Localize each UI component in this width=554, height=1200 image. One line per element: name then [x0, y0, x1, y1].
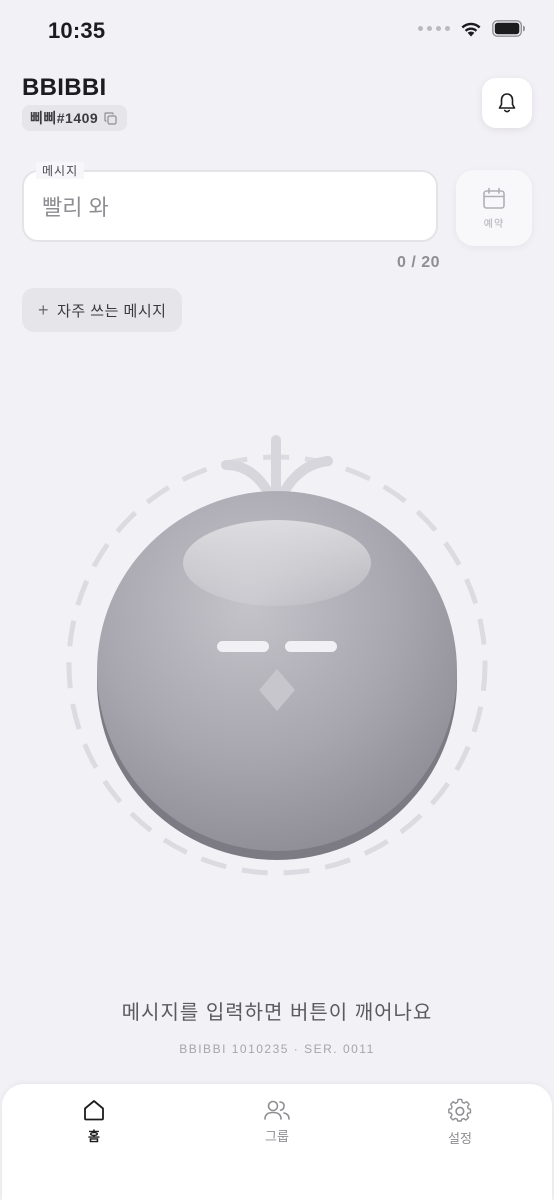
status-icons	[418, 20, 526, 37]
status-bar: 10:35	[0, 0, 554, 60]
message-label: 메시지	[36, 162, 85, 179]
home-icon	[84, 1100, 104, 1121]
wifi-icon	[461, 22, 481, 36]
frequent-messages-button[interactable]: + 자주 쓰는 메시지	[22, 288, 183, 332]
tab-home-label: 홈	[88, 1129, 100, 1144]
left-eye	[217, 641, 269, 652]
plus-icon: +	[38, 299, 50, 320]
tab-group[interactable]: 그룹	[227, 1098, 327, 1145]
app-title: BBIBBI	[22, 74, 107, 101]
copy-icon[interactable]	[104, 111, 117, 125]
signal-icon	[418, 26, 450, 31]
tab-bar: 홈 그룹 설정	[2, 1084, 552, 1200]
reserve-label: 예약	[483, 218, 505, 230]
button-gloss	[183, 520, 371, 606]
frequent-messages-label: 자주 쓰는 메시지	[57, 302, 167, 320]
message-input[interactable]	[40, 192, 424, 220]
tab-settings[interactable]: 설정	[410, 1098, 510, 1147]
user-tag-label: 삐삐#1409	[30, 110, 99, 126]
gear-icon	[448, 1098, 472, 1122]
notification-button[interactable]	[482, 78, 532, 128]
tab-group-label: 그룹	[265, 1129, 289, 1144]
message-field[interactable]: 메시지	[22, 162, 438, 242]
calendar-icon	[483, 187, 505, 209]
right-eye	[285, 641, 337, 652]
user-tag-button[interactable]: 삐삐#1409	[22, 105, 128, 131]
char-count: 0 / 20	[396, 254, 440, 271]
bell-icon	[498, 93, 516, 113]
call-button[interactable]	[60, 425, 500, 895]
serial-text: BBIBBI 1010235 · SER. 0011	[179, 1042, 375, 1056]
reserve-button[interactable]: 예약	[456, 170, 532, 246]
tab-settings-label: 설정	[448, 1131, 472, 1146]
tab-home[interactable]: 홈	[44, 1098, 144, 1145]
battery-icon	[492, 20, 525, 37]
status-time: 10:35	[48, 18, 106, 43]
hint-text: 메시지를 입력하면 버튼이 깨어나요	[121, 1002, 433, 1024]
users-icon	[264, 1100, 290, 1120]
